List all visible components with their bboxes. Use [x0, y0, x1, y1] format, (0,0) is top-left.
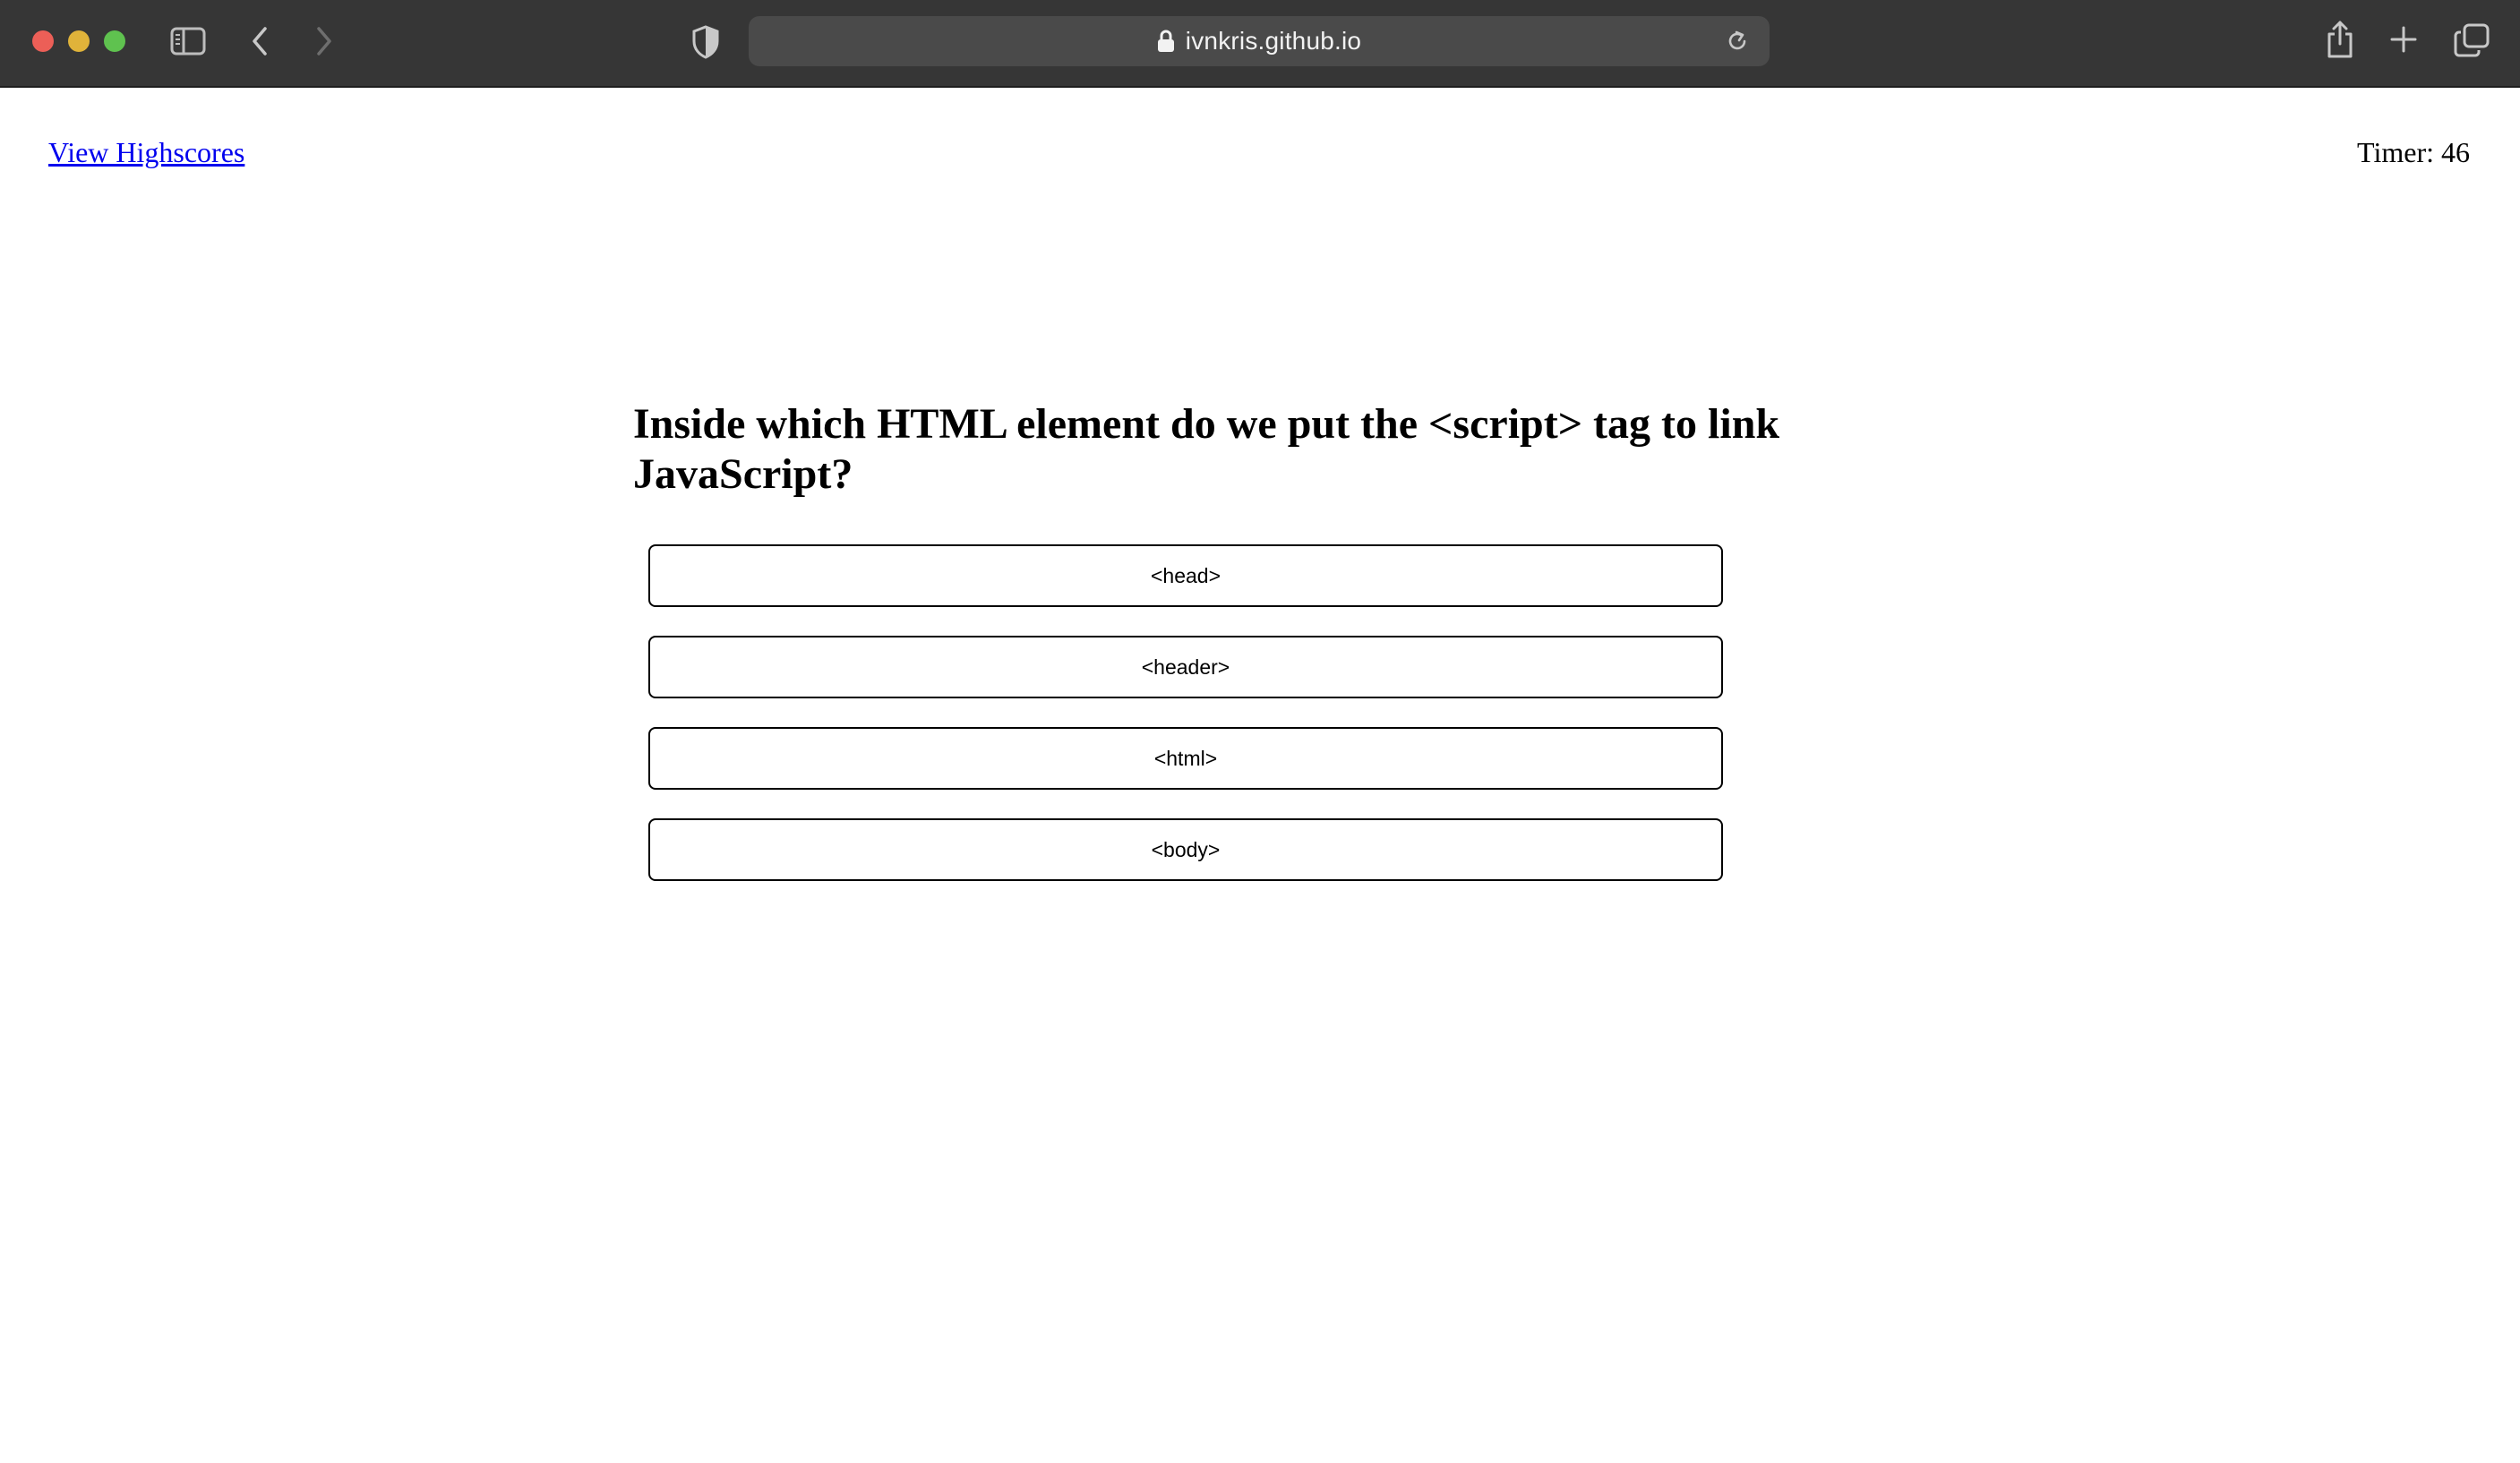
zoom-window-button[interactable] [104, 30, 125, 52]
close-window-button[interactable] [32, 30, 54, 52]
answer-button-head[interactable]: <head> [648, 544, 1723, 607]
address-bar[interactable]: ivnkris.github.io [749, 16, 1770, 66]
shield-icon[interactable] [691, 25, 720, 59]
share-icon[interactable] [2325, 20, 2355, 59]
minimize-window-button[interactable] [68, 30, 90, 52]
tabs-overview-icon[interactable] [2454, 23, 2490, 57]
reload-icon[interactable] [1725, 29, 1750, 54]
plus-icon[interactable] [2389, 25, 2418, 54]
question-title: Inside which HTML element do we put the … [633, 400, 1780, 498]
view-highscores-link[interactable]: View Highscores [48, 136, 244, 169]
timer-display: Timer: 46 [2357, 136, 2470, 168]
answer-button-html[interactable]: <html> [648, 727, 1723, 790]
sidebar-icon[interactable] [170, 27, 206, 56]
answer-button-header[interactable]: <header> [648, 636, 1723, 698]
chevron-left-icon[interactable] [249, 25, 270, 57]
browser-toolbar: ivnkris.github.io [0, 0, 2520, 88]
lock-icon [1157, 30, 1174, 52]
answer-list: <head> <header> <html> <body> [648, 544, 1723, 910]
url-text: ivnkris.github.io [1185, 27, 1362, 55]
answer-button-body[interactable]: <body> [648, 818, 1723, 881]
chevron-right-icon[interactable] [313, 25, 335, 57]
